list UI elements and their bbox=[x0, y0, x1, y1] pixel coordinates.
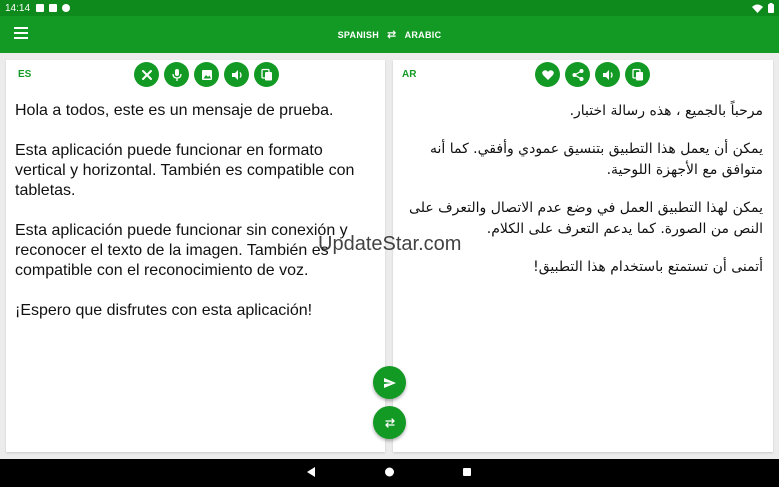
microphone-button[interactable] bbox=[164, 62, 189, 87]
source-text[interactable]: Hola a todos, este es un mensaje de prue… bbox=[15, 101, 377, 341]
swap-arrows-icon[interactable]: ⇄ bbox=[387, 28, 397, 41]
target-panel: AR مرحباً بالجميع ، هذه رسالة اختبار. يم… bbox=[393, 60, 773, 452]
notification-icon bbox=[62, 4, 71, 12]
text-paragraph: مرحباً بالجميع ، هذه رسالة اختبار. bbox=[569, 103, 763, 119]
text-paragraph: ¡Espero que disfrutes con esta aplicació… bbox=[15, 302, 313, 319]
status-indicators bbox=[752, 3, 774, 13]
notification-icon bbox=[36, 4, 45, 12]
copy-button[interactable] bbox=[625, 62, 650, 87]
target-toolbar bbox=[535, 62, 650, 87]
language-selector: SPANISH ⇄ ARABIC bbox=[0, 16, 779, 53]
text-paragraph: Hola a todos, este es un mensaje de prue… bbox=[15, 102, 334, 119]
notification-icon bbox=[49, 4, 58, 12]
status-bar: 14:14 bbox=[0, 0, 779, 16]
copy-button[interactable] bbox=[254, 62, 279, 87]
recents-icon[interactable] bbox=[462, 466, 472, 478]
text-paragraph: يمكن أن يعمل هذا التطبيق بتنسيق عمودي وأ… bbox=[429, 141, 763, 178]
text-paragraph: Esta aplicación puede funcionar sin cone… bbox=[15, 222, 348, 279]
heart-icon bbox=[541, 69, 554, 80]
text-paragraph: يمكن لهذا التطبيق العمل في وضع عدم الاتص… bbox=[409, 200, 763, 237]
translated-text: مرحباً بالجميع ، هذه رسالة اختبار. يمكن … bbox=[405, 101, 763, 295]
swap-arrows-icon bbox=[384, 417, 395, 428]
clear-button[interactable] bbox=[134, 62, 159, 87]
favorite-button[interactable] bbox=[535, 62, 560, 87]
source-panel: ES Hola a todos, este es un mensaje de p… bbox=[6, 60, 385, 452]
back-icon[interactable] bbox=[306, 466, 316, 478]
speaker-button[interactable] bbox=[224, 62, 249, 87]
share-icon bbox=[572, 68, 583, 81]
system-nav-bar bbox=[0, 459, 779, 487]
battery-icon bbox=[768, 3, 774, 13]
share-button[interactable] bbox=[565, 62, 590, 87]
app-bar: SPANISH ⇄ ARABIC bbox=[0, 16, 779, 53]
wifi-icon bbox=[752, 4, 763, 13]
speaker-button[interactable] bbox=[595, 62, 620, 87]
image-icon bbox=[201, 69, 212, 80]
send-icon bbox=[383, 377, 396, 388]
status-time: 14:14 bbox=[5, 2, 31, 14]
clear-icon bbox=[141, 69, 152, 80]
swap-languages-button[interactable] bbox=[373, 406, 406, 439]
speaker-icon bbox=[602, 69, 613, 80]
image-button[interactable] bbox=[194, 62, 219, 87]
source-language-button[interactable]: SPANISH bbox=[338, 30, 379, 40]
source-language-code: ES bbox=[18, 69, 32, 80]
target-language-code: AR bbox=[402, 69, 417, 80]
home-icon[interactable] bbox=[384, 466, 395, 478]
copy-icon bbox=[260, 68, 272, 80]
translate-button[interactable] bbox=[373, 366, 406, 399]
source-toolbar bbox=[134, 62, 279, 87]
text-paragraph: Esta aplicación puede funcionar en forma… bbox=[15, 142, 355, 199]
microphone-icon bbox=[171, 68, 182, 81]
target-language-button[interactable]: ARABIC bbox=[405, 30, 442, 40]
text-paragraph: أتمنى أن تستمتع باستخدام هذا التطبيق! bbox=[533, 259, 763, 275]
speaker-icon bbox=[231, 69, 242, 80]
copy-icon bbox=[631, 68, 643, 80]
